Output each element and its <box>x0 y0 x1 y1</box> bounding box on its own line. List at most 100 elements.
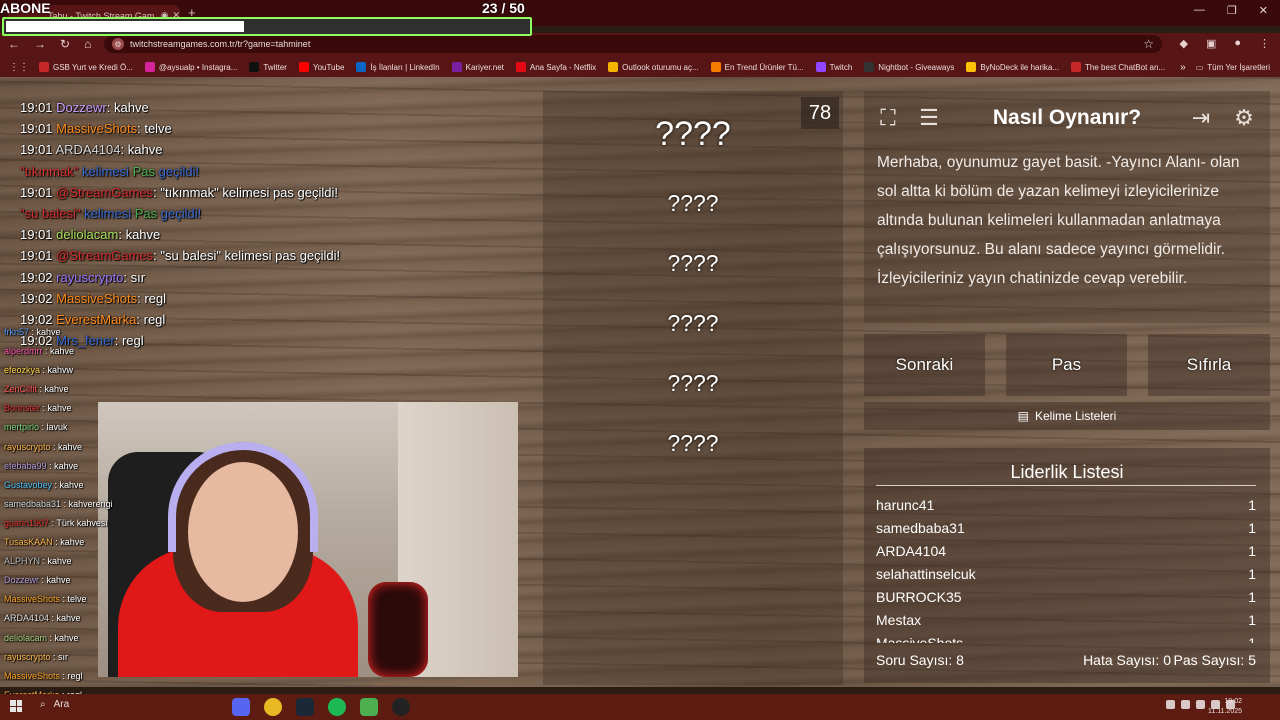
chrome-icon[interactable] <box>264 698 282 716</box>
bookmark-label: Twitter <box>263 62 287 72</box>
bookmark-label: @aysualp • Instagra... <box>158 62 238 72</box>
taskbar-clock[interactable]: 19:02 11.11.2025 <box>1208 697 1242 717</box>
url-text[interactable]: twitchstreamgames.com.tr/tr?game=tahmine… <box>130 39 1137 49</box>
bookmark-item[interactable]: Kariyer.net <box>451 62 504 72</box>
restore-button[interactable]: ❐ <box>1227 4 1237 17</box>
bookmark-item[interactable]: GSB Yurt ve Kredi Ö... <box>39 62 133 72</box>
bookmark-label: The best ChatBot an... <box>1085 62 1166 72</box>
stream-chat-username: deliolacam <box>4 632 48 643</box>
chat-username[interactable]: @StreamGames <box>56 185 153 200</box>
chat-username[interactable]: MassiveShots <box>56 121 137 136</box>
tray-icon[interactable] <box>1166 700 1175 709</box>
chat-message: 19:01 @StreamGames: "tıkınmak" kelimesi … <box>20 182 520 203</box>
leaderboard-row: MassiveShots 1 <box>876 631 1256 644</box>
chat-message: 19:02 MassiveShots: regl <box>20 288 520 309</box>
stream-chat-message: Dozzewr : kahve <box>4 571 132 590</box>
bookmark-item[interactable]: Twitch <box>815 62 852 72</box>
bookmark-star-icon[interactable]: ☆ <box>1143 37 1154 51</box>
stream-chat-message: ARDA4104 : kahve <box>4 609 132 628</box>
home-icon[interactable]: ⌂ <box>84 37 91 51</box>
tray-icon[interactable] <box>1196 700 1205 709</box>
gear-icon[interactable]: ⚙ <box>1229 103 1259 133</box>
all-bookmarks-button[interactable]: ▭ Tüm Yer İşaretleri <box>1196 63 1270 72</box>
chat-username[interactable]: rayuscrypto <box>56 270 123 285</box>
chat-username[interactable]: @StreamGames <box>56 248 153 263</box>
stream-chat-username: efebaba99 <box>4 460 47 471</box>
word-lists-button[interactable]: ▤ Kelime Listeleri <box>864 402 1270 430</box>
taskbar-search[interactable]: ⌕ Ara <box>40 699 69 710</box>
chat-text: kahve <box>113 100 149 115</box>
site-info-icon[interactable]: ⚙ <box>112 38 124 50</box>
menu-icon[interactable]: ⋮ <box>1259 37 1270 50</box>
store-icon[interactable] <box>360 698 378 716</box>
bookmark-item[interactable]: The best ChatBot an... <box>1071 62 1165 72</box>
chat-time: 19:01 <box>20 227 53 243</box>
chat-username[interactable]: Dozzewr <box>56 100 107 115</box>
window-controls: — ❐ ✕ <box>1194 4 1268 17</box>
stream-chat-username: MassiveShots <box>4 594 61 605</box>
reload-icon[interactable]: ↻ <box>60 37 70 51</box>
stream-chat-message: ALPHYN : kahve <box>4 552 132 571</box>
spotify-icon[interactable] <box>328 698 346 716</box>
next-button[interactable]: Sonraki <box>864 334 985 396</box>
address-bar[interactable]: ⚙ twitchstreamgames.com.tr/tr?game=tahmi… <box>104 35 1162 53</box>
tray-icon[interactable] <box>1181 700 1190 709</box>
all-bookmarks-label: Tüm Yer İşaretleri <box>1207 62 1270 72</box>
bookmark-list: GSB Yurt ve Kredi Ö... @aysualp • Instagr… <box>39 62 1177 72</box>
bookmark-item[interactable]: ByNoDeck ile harika... <box>966 62 1059 72</box>
bookmark-item[interactable]: İş İlanları | LinkedIn <box>356 62 440 72</box>
leaderboard-row: BURROCK35 1 <box>876 585 1256 608</box>
chat-text: telve <box>144 121 172 137</box>
forward-icon[interactable]: → <box>34 37 46 51</box>
bookmark-favicon-icon <box>298 62 309 72</box>
bookmark-item[interactable]: Ana Sayfa - Netflix <box>515 62 596 72</box>
chat-time: 19:02 <box>20 290 53 306</box>
close-window-button[interactable]: ✕ <box>1259 4 1268 17</box>
leaderboard-title: Liderlik Listesi <box>1010 462 1124 482</box>
leaderboard-row: Mestax 1 <box>876 608 1256 631</box>
bookmark-item[interactable]: En Trend Ürünler Tü... <box>710 62 804 72</box>
steam-icon[interactable] <box>296 698 314 716</box>
bookmarks-more-icon[interactable]: » <box>1180 62 1186 73</box>
system-text: geçildi! <box>158 163 200 179</box>
exit-icon[interactable]: ⇥ <box>1186 103 1216 133</box>
leaderboard-score: 1 <box>1248 519 1256 536</box>
extension-icon[interactable]: ◆ <box>1179 37 1187 50</box>
taboo-word: ???? <box>667 370 719 396</box>
stream-chat-message: alperdmrr : kahve <box>4 342 132 361</box>
bookmark-favicon-icon <box>815 62 826 72</box>
leaderboard-name: MassiveShots <box>876 634 964 644</box>
back-icon[interactable]: ← <box>8 37 20 51</box>
stream-chat-username: efeozkya <box>4 365 41 376</box>
stream-chat-text: : kahve <box>53 441 83 452</box>
chat-time: 19:01 <box>20 121 53 137</box>
system-word: "tıkınmak" <box>20 163 79 179</box>
how-to-play-panel: ⛶ ☰ Nasıl Oynanır? ⇥ ⚙ Merhaba, oyunumuz… <box>864 91 1270 323</box>
bookmark-item[interactable]: @aysualp • Instagra... <box>144 62 238 72</box>
obs-icon[interactable] <box>392 698 410 716</box>
reset-button[interactable]: Sıfırla <box>1148 334 1270 396</box>
pass-button[interactable]: Pas <box>1006 334 1127 396</box>
stream-chat-username: mertpirlo <box>4 422 40 433</box>
bookmark-item[interactable]: Nightbot - Giveaways <box>864 62 954 72</box>
stream-chat-username: TusasKAAN <box>4 537 53 548</box>
chat-username[interactable]: ARDA4104 <box>55 142 120 157</box>
stream-chat-username: Dozzewr <box>4 575 40 586</box>
leaderboard-list[interactable]: harunc41 1 samedbaba31 1 ARDA4104 1 selahattin… <box>876 493 1256 644</box>
apps-grid-icon[interactable]: ⋮⋮ <box>9 62 29 73</box>
discord-icon[interactable] <box>232 698 250 716</box>
profile-avatar[interactable]: ● <box>1234 37 1241 50</box>
stream-chat-username: ALPHYN <box>4 556 41 567</box>
bookmark-item[interactable]: YouTube <box>298 62 344 72</box>
system-text: kelimesi <box>81 163 129 179</box>
puzzle-icon[interactable]: ▣ <box>1206 37 1216 50</box>
chat-username[interactable]: deliolacam <box>56 227 118 242</box>
bookmark-item[interactable]: Outlook oturumu aç... <box>608 62 699 72</box>
start-button[interactable] <box>10 700 22 712</box>
chat-username[interactable]: MassiveShots <box>56 291 137 306</box>
clock-date: 11.11.2025 <box>1208 708 1242 715</box>
leaderboard-score: 1 <box>1248 542 1256 559</box>
stream-chat-username: rayuscrypto <box>4 441 51 452</box>
minimize-button[interactable]: — <box>1194 4 1205 17</box>
bookmark-item[interactable]: Twitter <box>249 62 287 72</box>
